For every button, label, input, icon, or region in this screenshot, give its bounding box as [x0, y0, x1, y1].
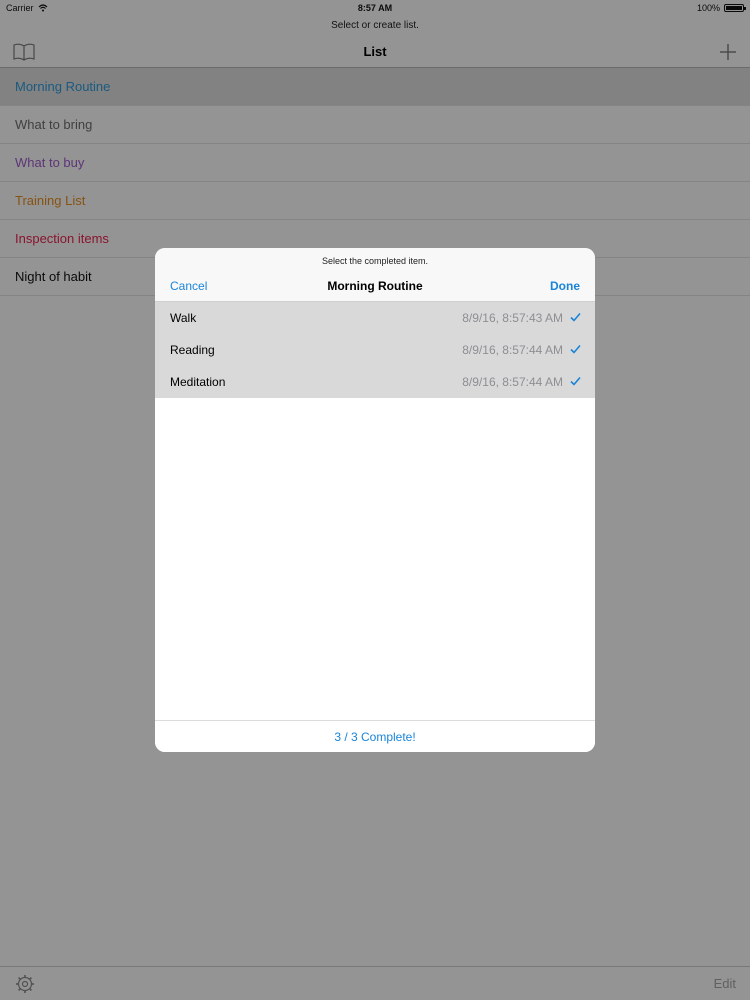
- item-timestamp: 8/9/16, 8:57:43 AM: [462, 311, 563, 325]
- done-button[interactable]: Done: [550, 279, 580, 293]
- checkmark-icon: [570, 344, 581, 354]
- checkmark-icon: [570, 312, 581, 322]
- item-name: Meditation: [170, 375, 226, 389]
- items-table: Walk 8/9/16, 8:57:43 AM Reading 8/9/16, …: [155, 302, 595, 398]
- item-timestamp: 8/9/16, 8:57:44 AM: [462, 343, 563, 357]
- table-row[interactable]: Reading 8/9/16, 8:57:44 AM: [155, 334, 595, 366]
- item-timestamp: 8/9/16, 8:57:44 AM: [462, 375, 563, 389]
- sheet-title: Morning Routine: [327, 279, 423, 293]
- sheet-header: Select the completed item. Cancel Mornin…: [155, 248, 595, 302]
- checkmark-icon: [570, 376, 581, 386]
- completion-status: 3 / 3 Complete!: [334, 730, 416, 744]
- completion-sheet: Select the completed item. Cancel Mornin…: [155, 248, 595, 752]
- sheet-prompt: Select the completed item.: [321, 256, 429, 266]
- table-row[interactable]: Walk 8/9/16, 8:57:43 AM: [155, 302, 595, 334]
- sheet-footer: 3 / 3 Complete!: [155, 720, 595, 752]
- table-row[interactable]: Meditation 8/9/16, 8:57:44 AM: [155, 366, 595, 398]
- item-name: Reading: [170, 343, 215, 357]
- item-name: Walk: [170, 311, 197, 325]
